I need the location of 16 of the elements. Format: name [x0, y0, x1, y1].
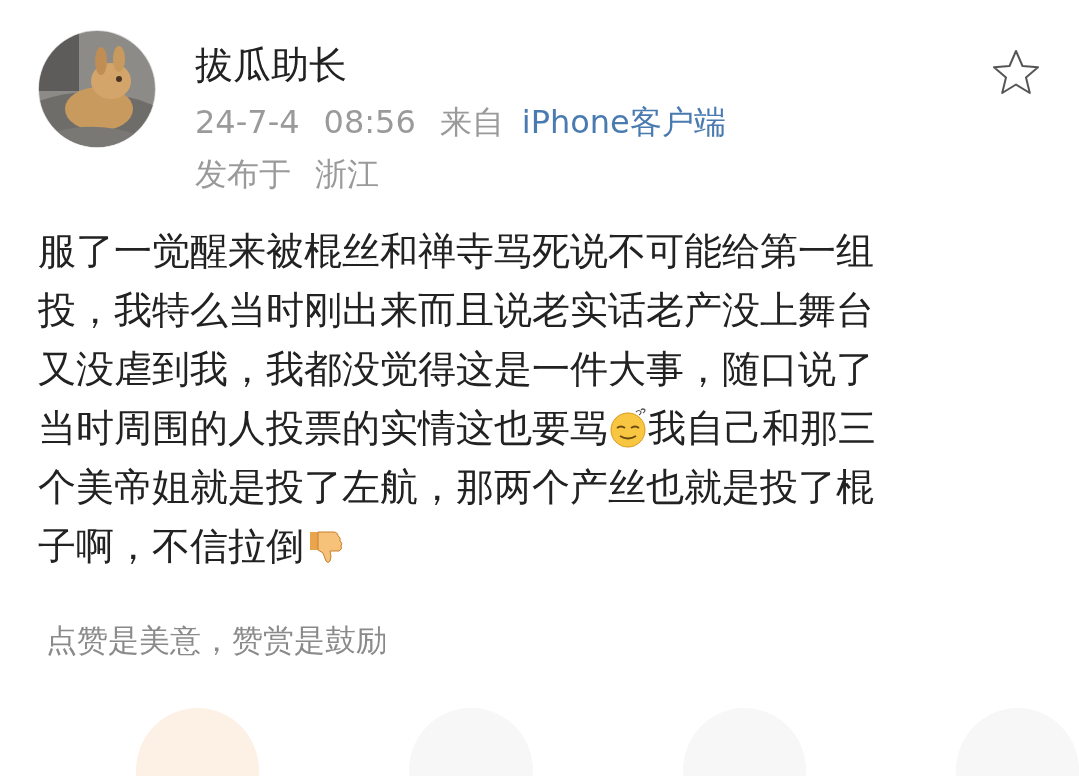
- post-time: 08:56: [323, 102, 416, 142]
- author-name[interactable]: 拔瓜助长: [195, 42, 726, 88]
- location: 浙江: [315, 154, 379, 194]
- post-text: 投，我特么当时刚出来而且说老实话老产没上舞台: [38, 288, 874, 332]
- source-link[interactable]: iPhone客户端: [521, 102, 726, 142]
- source-label: 来自: [439, 102, 504, 142]
- smiley-icon: [608, 407, 648, 449]
- post-text: 又没虐到我，我都没觉得这是一件大事，随口说了: [38, 347, 874, 391]
- post-date: 24-7-4: [195, 102, 300, 142]
- post-text: 个美帝姐就是投了左航，那两个产丝也就是投了棍: [38, 465, 874, 509]
- location-label: 发布于: [195, 154, 291, 194]
- post-text: 服了一觉醒来被棍丝和禅寺骂死说不可能给第一组: [38, 229, 874, 273]
- post-text: 子啊，不信拉倒: [38, 524, 304, 568]
- post-text: 我自己和那三: [648, 406, 876, 450]
- reward-slogan: 点赞是美意，赞赏是鼓励: [46, 621, 387, 660]
- post-text: 当时周围的人投票的实情这也要骂: [38, 406, 608, 450]
